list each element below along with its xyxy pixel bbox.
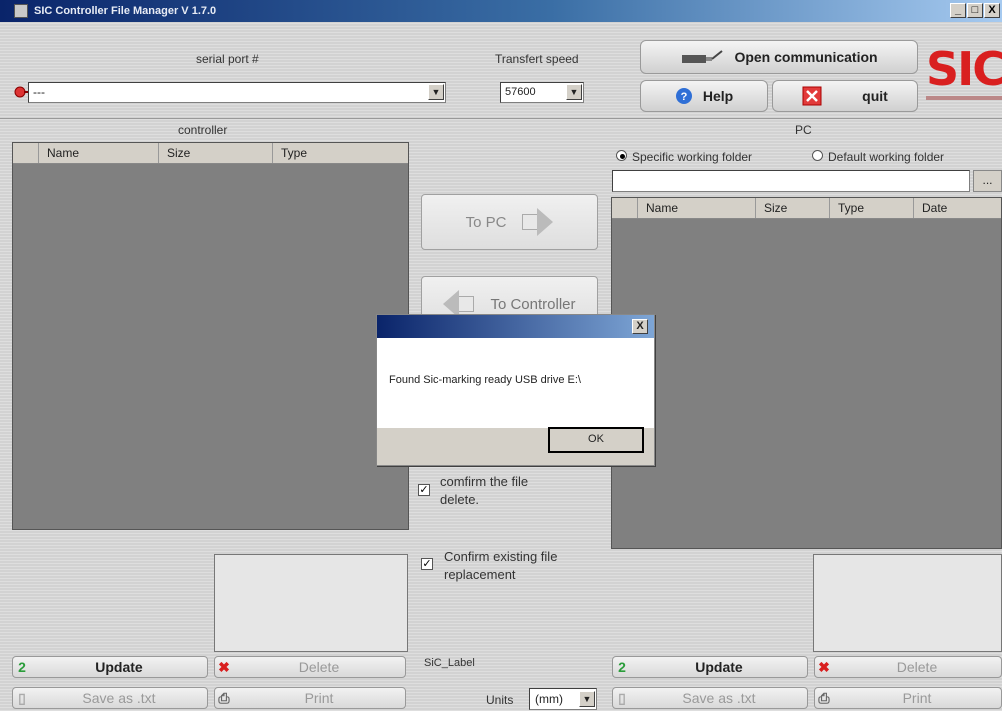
controller-delete-button[interactable]: ✖ Delete xyxy=(214,656,406,678)
controller-print-label: Print xyxy=(304,690,334,706)
transfer-speed-value: 57600 xyxy=(505,86,536,98)
title-bar: SIC Controller File Manager V 1.7.0 _ □ … xyxy=(0,0,1002,22)
dialog-title-bar: X xyxy=(377,315,654,338)
column-date[interactable]: Date xyxy=(914,198,1001,218)
units-label: Units xyxy=(486,693,514,707)
to-pc-button[interactable]: To PC xyxy=(421,194,598,250)
pc-save-txt-button[interactable]: ▯ Save as .txt xyxy=(612,687,808,709)
dialog-ok-label: OK xyxy=(588,433,604,445)
close-icon xyxy=(802,86,822,106)
to-controller-label: To Controller xyxy=(490,295,576,313)
specific-folder-radio[interactable] xyxy=(616,150,627,161)
quit-label: quit xyxy=(862,88,888,104)
serial-port-label: serial port # xyxy=(196,52,259,66)
dialog-close-button[interactable]: X xyxy=(632,319,648,334)
pc-list-header: Name Size Type Date xyxy=(612,198,1001,219)
window-title: SIC Controller File Manager V 1.7.0 xyxy=(34,5,217,17)
printer-icon: ⎙ xyxy=(818,689,830,706)
transfer-speed-select[interactable]: 57600 ▼ xyxy=(500,82,584,103)
usb-found-dialog: X Found Sic-marking ready USB drive E:\ … xyxy=(376,314,655,466)
column-name[interactable]: Name xyxy=(39,143,159,163)
controller-label: controller xyxy=(178,123,228,137)
dialog-message: Found Sic-marking ready USB drive E:\ xyxy=(389,374,581,386)
separator xyxy=(0,118,1002,119)
folder-path-input[interactable] xyxy=(612,170,970,192)
browse-button[interactable]: ... xyxy=(973,170,1002,192)
serial-port-value: --- xyxy=(33,85,45,99)
arrow-right-icon xyxy=(522,208,554,236)
app-icon xyxy=(14,4,28,18)
close-window-button[interactable]: X xyxy=(984,3,1000,18)
refresh-icon: 2 xyxy=(18,659,26,675)
column-name[interactable]: Name xyxy=(638,198,756,218)
default-folder-label: Default working folder xyxy=(828,150,945,164)
open-communication-label: Open communication xyxy=(734,49,878,65)
pc-save-txt-label: Save as .txt xyxy=(682,690,756,706)
default-folder-radio[interactable] xyxy=(812,150,823,161)
chevron-down-icon[interactable]: ▼ xyxy=(428,84,444,100)
minimize-button[interactable]: _ xyxy=(950,3,966,18)
serial-port-icon xyxy=(14,86,28,98)
controller-update-button[interactable]: 2 Update xyxy=(12,656,208,678)
column-size[interactable]: Size xyxy=(756,198,830,218)
column-type[interactable]: Type xyxy=(273,143,408,163)
chevron-down-icon[interactable]: ▼ xyxy=(579,691,595,707)
controller-save-txt-label: Save as .txt xyxy=(82,690,156,706)
confirm-replace-label: Confirm existing file replacement xyxy=(444,549,558,582)
to-pc-label: To PC xyxy=(465,213,507,231)
controller-file-list[interactable]: Name Size Type xyxy=(12,142,409,530)
help-icon: ? xyxy=(675,88,692,104)
pc-label: PC xyxy=(795,123,812,137)
column-size[interactable]: Size xyxy=(159,143,273,163)
refresh-icon: 2 xyxy=(618,659,626,675)
delete-icon: ✖ xyxy=(218,658,230,675)
controller-delete-label: Delete xyxy=(298,659,340,675)
confirm-delete-label: comfirm the file delete. xyxy=(440,474,529,507)
units-value: (mm) xyxy=(535,692,563,706)
controller-save-txt-button[interactable]: ▯ Save as .txt xyxy=(12,687,208,709)
controller-print-button[interactable]: ⎙ Print xyxy=(214,687,406,709)
open-communication-button[interactable]: Open communication xyxy=(640,40,918,74)
pc-info-box xyxy=(813,554,1002,652)
chevron-down-icon[interactable]: ▼ xyxy=(566,84,582,100)
document-icon: ▯ xyxy=(18,689,26,706)
maximize-button[interactable]: □ xyxy=(967,3,983,18)
printer-icon: ⎙ xyxy=(218,689,230,706)
serial-port-select[interactable]: --- ▼ xyxy=(28,82,446,103)
dialog-ok-button[interactable]: OK xyxy=(548,427,644,453)
pc-print-label: Print xyxy=(902,690,932,706)
dialog-body: Found Sic-marking ready USB drive E:\ xyxy=(377,338,654,428)
pc-update-button[interactable]: 2 Update xyxy=(612,656,808,678)
transfer-speed-label: Transfert speed xyxy=(495,52,579,66)
pc-file-list[interactable]: Name Size Type Date xyxy=(611,197,1002,549)
controller-list-header: Name Size Type xyxy=(13,143,408,164)
units-select[interactable]: (mm) ▼ xyxy=(529,688,597,710)
delete-icon: ✖ xyxy=(818,658,830,675)
column-type[interactable]: Type xyxy=(830,198,914,218)
pc-delete-label: Delete xyxy=(896,659,938,675)
pc-update-label: Update xyxy=(695,659,743,675)
cable-icon xyxy=(682,50,724,63)
confirm-delete-checkbox[interactable]: ✓ xyxy=(418,484,430,496)
pc-delete-button[interactable]: ✖ Delete xyxy=(814,656,1002,678)
logo-text: SIC xyxy=(926,42,1002,96)
help-button[interactable]: ? Help xyxy=(640,80,768,112)
controller-update-label: Update xyxy=(95,659,143,675)
sic-logo: SIC xyxy=(922,34,1002,114)
document-icon: ▯ xyxy=(618,689,626,706)
confirm-replace-checkbox[interactable]: ✓ xyxy=(421,558,433,570)
pc-print-button[interactable]: ⎙ Print xyxy=(814,687,1002,709)
controller-info-box xyxy=(214,554,408,652)
sic-label-text: SiC_Label xyxy=(424,657,475,669)
help-label: Help xyxy=(702,88,734,104)
svg-text:?: ? xyxy=(680,91,687,103)
quit-button[interactable]: quit xyxy=(772,80,918,112)
specific-folder-label: Specific working folder xyxy=(632,150,753,164)
